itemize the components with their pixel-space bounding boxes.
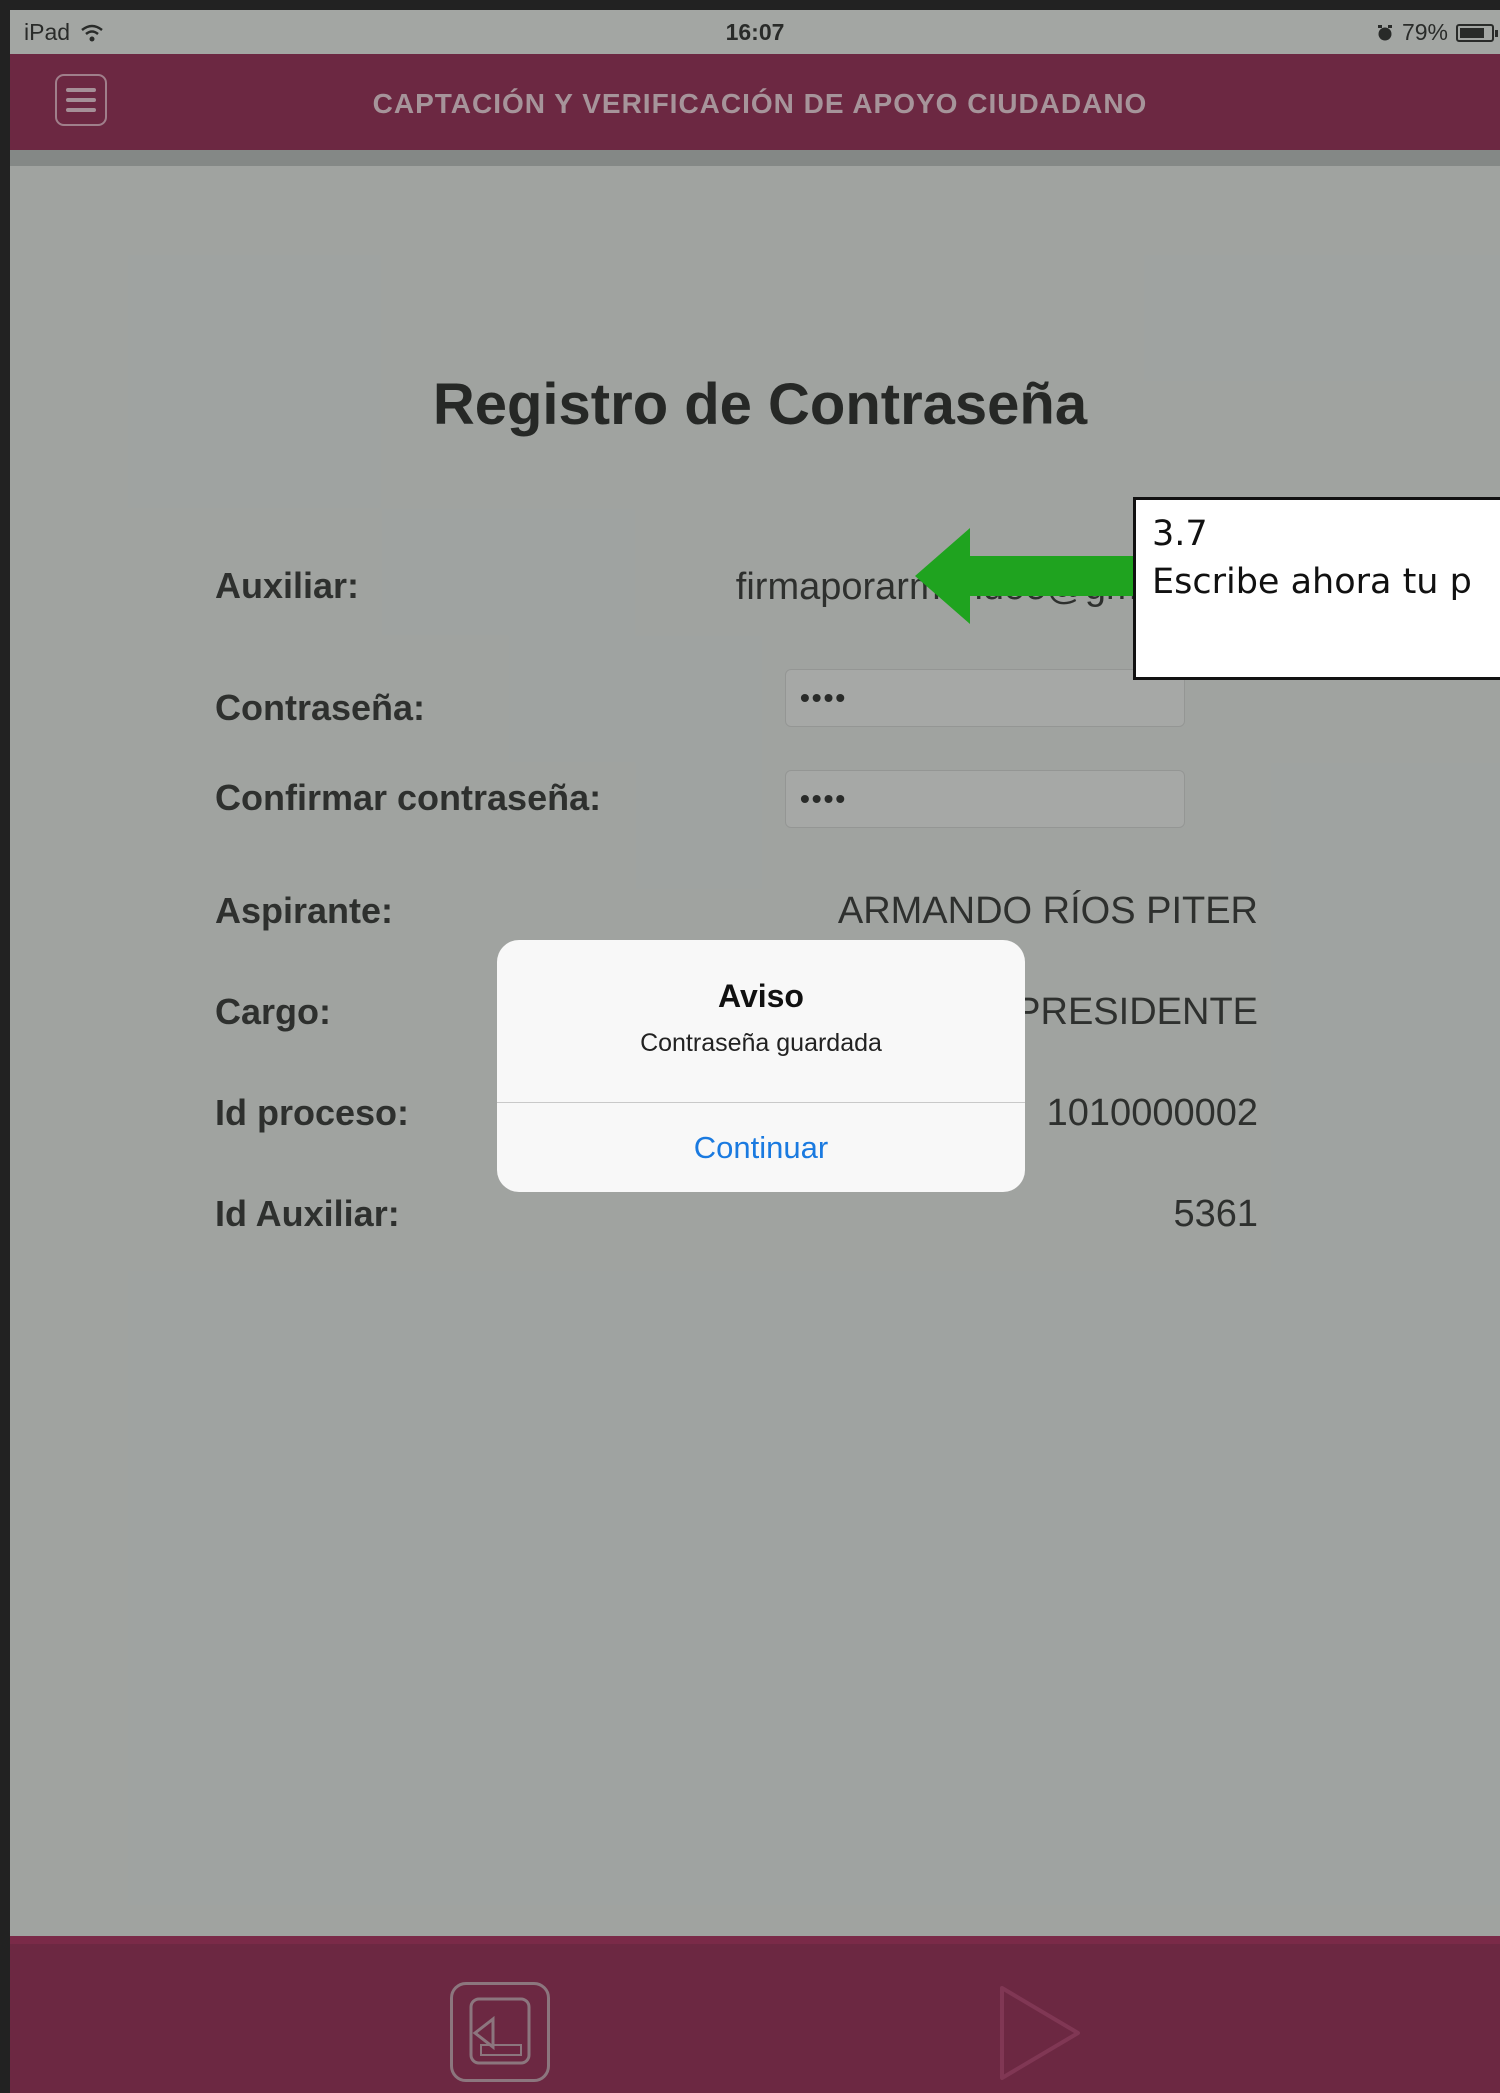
annotation-text: Escribe ahora tu p xyxy=(1152,562,1472,602)
tutorial-annotation: 3.7 Escribe ahora tu p xyxy=(1133,497,1500,680)
continue-button[interactable]: Continuar xyxy=(497,1103,1025,1192)
alert-message: Contraseña guardada xyxy=(640,1029,882,1057)
alert-title: Aviso xyxy=(718,978,804,1014)
annotation-step: 3.7 xyxy=(1152,514,1208,554)
app-window: iPad 16:07 79% CAPTACIÓN Y VERIFICACIÓN … xyxy=(10,10,1500,2093)
green-arrow-icon xyxy=(915,528,1135,624)
alert-dialog: Aviso Contraseña guardada Continuar xyxy=(497,940,1025,1192)
